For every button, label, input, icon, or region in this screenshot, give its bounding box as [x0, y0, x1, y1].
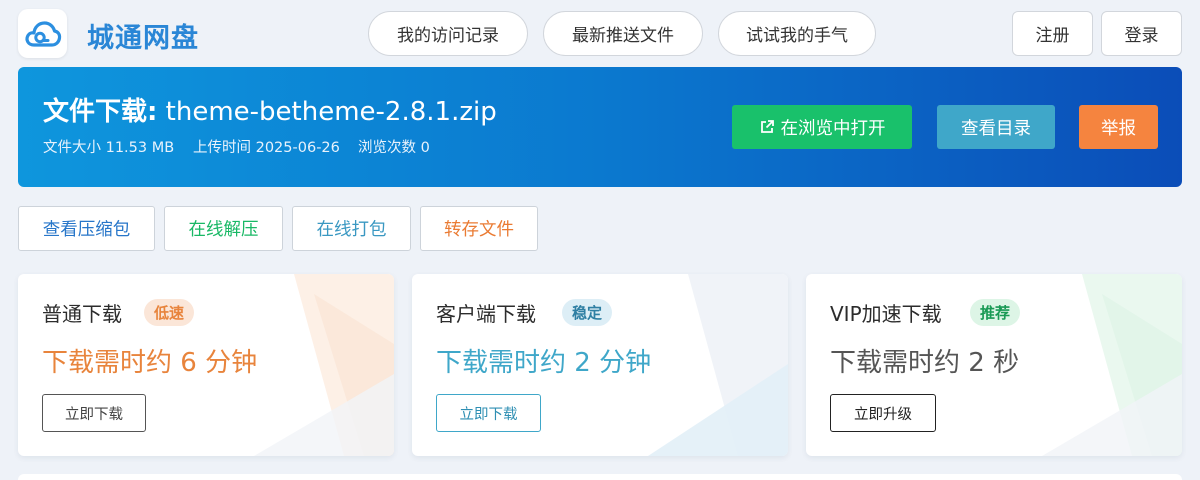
- online-pack-button[interactable]: 在线打包: [292, 206, 411, 251]
- open-in-browser-button[interactable]: 在浏览中打开: [732, 105, 912, 149]
- login-button[interactable]: 登录: [1101, 11, 1182, 56]
- cloud-logo-icon[interactable]: [18, 9, 67, 58]
- online-extract-button[interactable]: 在线解压: [164, 206, 283, 251]
- view-count-label: 浏览次数: [358, 140, 416, 156]
- upload-time-value: 2025-06-26: [255, 140, 340, 156]
- view-count: 浏览次数 0: [358, 136, 430, 157]
- open-in-browser-label: 在浏览中打开: [780, 118, 886, 139]
- file-size-label: 文件大小: [43, 140, 101, 156]
- card-title: VIP加速下载: [830, 302, 942, 326]
- file-title: 文件下载: theme-betheme-2.8.1.zip: [43, 91, 497, 128]
- vip-download-card: VIP加速下载 推荐 下载需时约 2 秒 立即升级: [806, 274, 1182, 456]
- card-title: 普通下载: [42, 302, 122, 326]
- brand-name[interactable]: 城通网盘: [87, 16, 199, 55]
- stable-badge: 稳定: [562, 299, 613, 326]
- upload-time: 上传时间 2025-06-26: [193, 136, 340, 157]
- view-count-value: 0: [420, 140, 430, 156]
- file-size: 文件大小 11.53 MB: [43, 136, 174, 157]
- download-now-button[interactable]: 立即下载: [436, 394, 541, 432]
- view-catalog-button[interactable]: 查看目录: [937, 105, 1055, 149]
- external-link-icon: [759, 119, 775, 135]
- recommend-badge: 推荐: [970, 299, 1021, 326]
- download-now-button[interactable]: 立即下载: [42, 394, 146, 432]
- view-archive-button[interactable]: 查看压缩包: [18, 206, 155, 251]
- download-time: 下载需时约 2 分钟: [436, 348, 652, 378]
- upgrade-now-button[interactable]: 立即升级: [830, 394, 936, 432]
- upload-time-label: 上传时间: [193, 140, 251, 156]
- card-decoration: [254, 274, 394, 456]
- card-decoration: [648, 274, 788, 456]
- register-button[interactable]: 注册: [1012, 11, 1093, 56]
- report-button[interactable]: 举报: [1079, 105, 1158, 149]
- client-download-card: 客户端下载 稳定 下载需时约 2 分钟 立即下载: [412, 274, 788, 456]
- nav-latest-files[interactable]: 最新推送文件: [543, 11, 703, 56]
- speed-badge: 低速: [144, 299, 195, 326]
- save-file-button[interactable]: 转存文件: [420, 206, 538, 251]
- nav-try-luck[interactable]: 试试我的手气: [718, 11, 876, 56]
- top-header: 城通网盘 我的访问记录 最新推送文件 试试我的手气 注册 登录: [0, 0, 1200, 66]
- card-title: 客户端下载: [436, 302, 536, 326]
- download-time: 下载需时约 2 秒: [830, 348, 1020, 378]
- nav-my-history[interactable]: 我的访问记录: [368, 11, 528, 56]
- normal-download-card: 普通下载 低速 下载需时约 6 分钟 立即下载: [18, 274, 394, 456]
- next-panel: [18, 474, 1182, 480]
- file-banner: 文件下载: theme-betheme-2.8.1.zip 文件大小 11.53…: [18, 67, 1182, 187]
- file-name: theme-betheme-2.8.1.zip: [165, 97, 497, 127]
- download-time: 下载需时约 6 分钟: [42, 348, 258, 378]
- file-title-label: 文件下载:: [43, 97, 158, 127]
- file-size-value: 11.53 MB: [105, 140, 175, 156]
- card-decoration: [1042, 274, 1182, 456]
